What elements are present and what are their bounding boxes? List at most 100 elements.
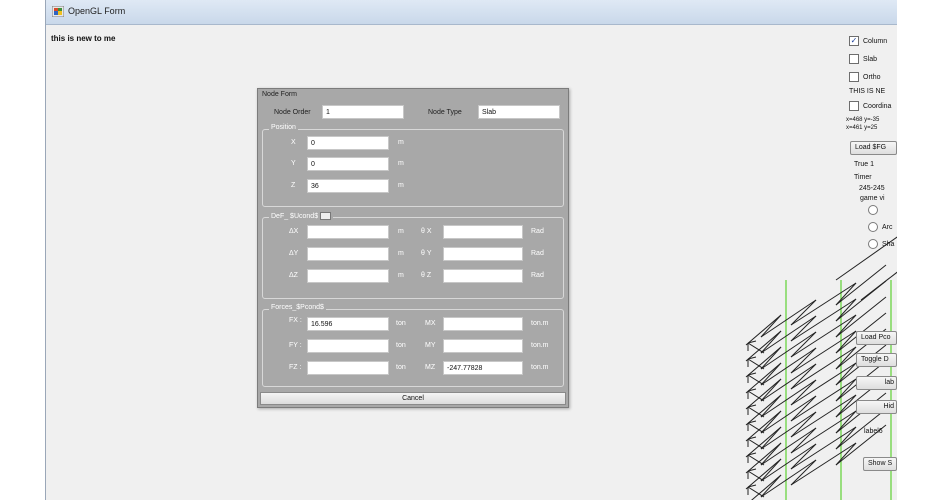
slab-edge [790,314,857,358]
dz-field[interactable] [307,269,389,283]
x-unit: m [398,139,404,146]
radio-option-2[interactable]: Arc [868,222,893,232]
dy-unit: m [398,250,404,257]
rz-label: θ Z [421,272,432,279]
slab-checkbox[interactable]: Slab [849,54,877,64]
radio-button [868,239,878,249]
slab-edge [790,331,817,358]
x-label: X [291,139,296,146]
dx-field[interactable] [307,225,389,239]
node-order-label: Node Order [274,109,311,116]
dx-label: ΔX [289,228,299,235]
toggle-button[interactable]: Toggle D [856,353,897,367]
slab-edge [790,459,817,486]
coordinates-checkbox[interactable]: Coordina [849,101,891,111]
app-icon [52,6,64,17]
dialog-title: Node Form [262,91,298,98]
y-label: Y [291,160,296,167]
x-field[interactable]: 0 [307,136,389,150]
slab-edge [790,362,857,406]
checkbox-box [849,101,859,111]
slab-edge [790,410,857,454]
fx-unit: ton [396,320,406,327]
cancel-button[interactable]: Cancel [260,392,566,405]
load-pcond-button[interactable]: Load Pco [856,331,897,345]
slab-edge [790,442,857,486]
dz-unit: m [398,272,404,279]
slab-edge [790,378,857,422]
radio-option-3[interactable]: Sha [868,239,894,249]
fy-field[interactable] [307,339,389,353]
label6: label6 [864,428,883,435]
ortho-checkbox[interactable]: Ortho [849,72,881,82]
coordinates-label: Coordina [863,102,892,110]
client-area: this is new to me Node Form Node Order 1… [46,25,897,500]
z-label: Z [291,182,296,189]
fz-label: FZ : [289,364,302,371]
radio-option-3-label: Sha [882,240,895,248]
dz-label: ΔZ [289,272,298,279]
true-label: True 1 [854,161,874,168]
forces-group-title: Forces_$Pcond$ [269,304,326,311]
slab-edge [760,299,817,338]
checkbox-box [849,72,859,82]
lab-button[interactable]: lab [856,376,897,390]
slab-edge [760,379,817,418]
hide-button[interactable]: Hid [856,400,897,414]
window-title: OpenGL Form [68,6,126,16]
dy-field[interactable] [307,247,389,261]
mx-unit: ton.m [531,320,549,327]
load-fg-button[interactable]: Load $FG [850,141,897,155]
mz-field[interactable]: -247.77828 [443,361,523,375]
my-label: MY [425,342,436,349]
show-button[interactable]: Show S [863,457,897,471]
node-form-dialog: Node Form Node Order 1 Node Type Slab Po… [257,88,569,408]
columns-checkbox[interactable]: ✓ Column [849,36,887,46]
slab-edge [790,346,857,390]
slab-edge [790,394,857,438]
y-field[interactable]: 0 [307,157,389,171]
mz-unit: ton.m [531,364,549,371]
slab-edge [790,427,817,454]
z-field[interactable]: 36 [307,179,389,193]
deformation-group-title: DeF_ $Ucond$ [269,212,334,220]
mx-field[interactable] [443,317,523,331]
ry-field[interactable] [443,247,523,261]
slab-edge [790,395,817,422]
deformation-title-text: DeF_ $Ucond$ [271,212,319,220]
rx-field[interactable] [443,225,523,239]
slab-label: Slab [863,55,878,63]
radio-option-1[interactable] [868,205,882,215]
fz-field[interactable] [307,361,389,375]
slab-edge [760,331,817,370]
slab-edge [745,314,782,346]
slab-edge [760,411,817,450]
fx-field[interactable]: 16.596 [307,317,389,331]
node-type-field[interactable]: Slab [478,105,560,119]
deformation-group: DeF_ $Ucond$ ΔX m θ X Rad ΔY m θ Y Rad Δ… [262,212,564,299]
slab-edge [790,443,817,470]
slab-edge [790,299,817,326]
ortho-label: Ortho [863,73,881,81]
position-group-title: Position [269,124,298,131]
slab-edge [760,347,817,386]
collapse-toggle[interactable] [320,212,332,220]
fx-label: FX : [289,317,302,324]
coords-readout-1: x=468 y=-35 [846,117,880,123]
title-bar[interactable]: OpenGL Form [46,0,897,25]
rz-field[interactable] [443,269,523,283]
node-order-field[interactable]: 1 [322,105,404,119]
radio-button [868,222,878,232]
checkmark-icon: ✓ [849,36,859,46]
fz-unit: ton [396,364,406,371]
rx-unit: Rad [531,228,544,235]
slab-edge [790,411,817,438]
radio-option-2-label: Arc [882,223,893,231]
rx-label: θ X [421,228,432,235]
slab-edge [790,379,817,406]
rz-unit: Rad [531,272,544,279]
coords-readout-2: x=461 y=25 [846,125,878,131]
z-unit: m [398,182,404,189]
slab-edge [790,315,817,342]
my-field[interactable] [443,339,523,353]
